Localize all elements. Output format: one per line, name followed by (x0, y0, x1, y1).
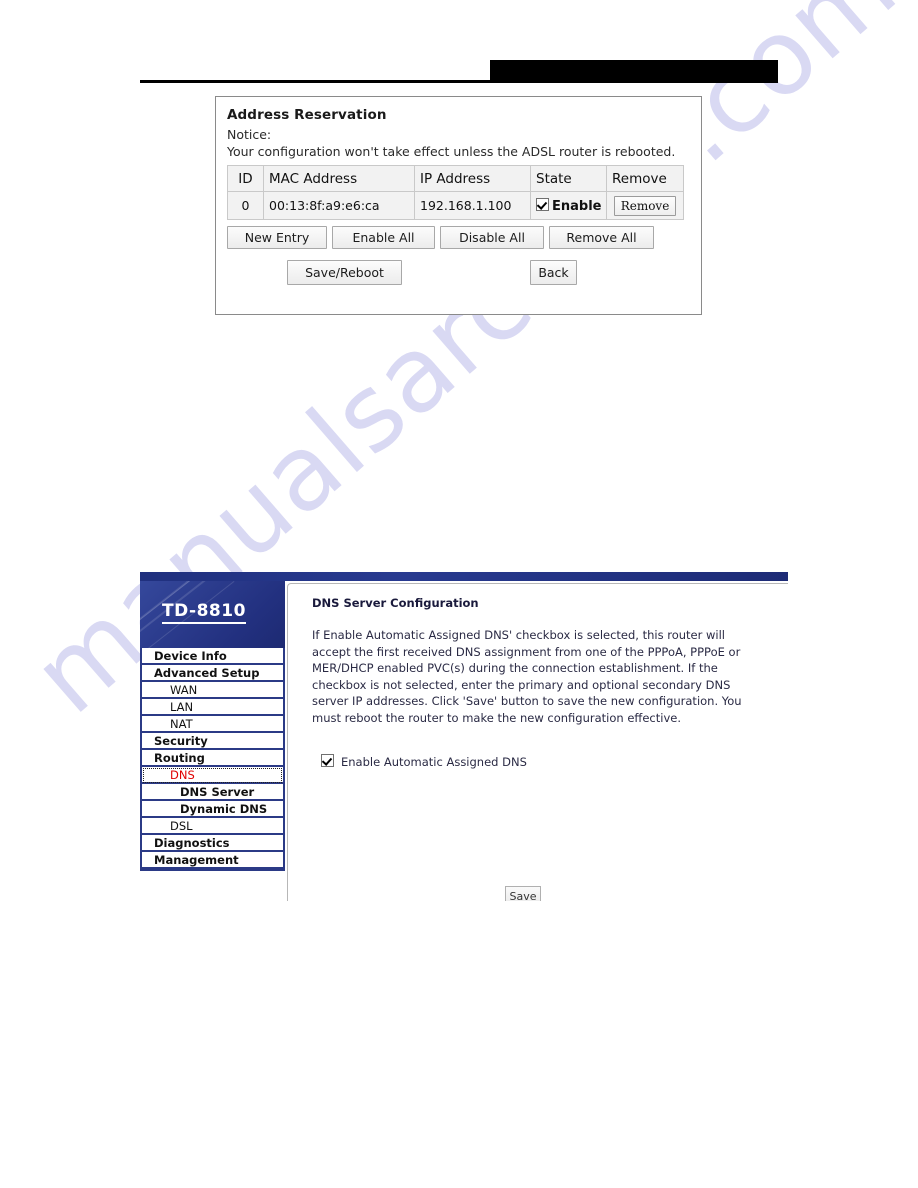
remove-all-button[interactable]: Remove All (549, 226, 654, 249)
router-header-banner (140, 572, 788, 581)
table-header-row: ID MAC Address IP Address State Remove (227, 165, 684, 192)
notice-label: Notice: (227, 127, 272, 142)
sidebar-item-dynamic-dns[interactable]: Dynamic DNS (142, 801, 283, 818)
content-pane: DNS Server Configuration If Enable Autom… (312, 586, 788, 901)
column-header-mac: MAC Address (263, 165, 415, 192)
address-reservation-table: ID MAC Address IP Address State Remove 0… (227, 165, 684, 220)
sidebar-menu: Device Info Advanced Setup WAN LAN NAT Securi… (140, 648, 285, 871)
notice-text: Your configuration won't take effect unl… (227, 144, 676, 159)
disable-all-button[interactable]: Disable All (440, 226, 544, 249)
cell-state: Enable (530, 191, 607, 220)
cell-mac: 00:13:8f:a9:e6:ca (263, 191, 415, 220)
new-entry-button[interactable]: New Entry (227, 226, 327, 249)
enable-checkbox[interactable] (536, 197, 549, 211)
sidebar-item-routing[interactable]: Routing (142, 750, 283, 767)
content-title: DNS Server Configuration (312, 596, 479, 610)
sidebar-item-nat[interactable]: NAT (142, 716, 283, 733)
sidebar-item-lan[interactable]: LAN (142, 699, 283, 716)
column-header-state: State (530, 165, 607, 192)
enable-automatic-dns-label: Enable Automatic Assigned DNS (341, 755, 527, 769)
table-row: 0 00:13:8f:a9:e6:ca 192.168.1.100 Enable… (227, 191, 684, 220)
content-description: If Enable Automatic Assigned DNS' checkb… (312, 628, 742, 725)
cell-id: 0 (227, 191, 264, 220)
back-button[interactable]: Back (530, 260, 577, 285)
router-model-label: TD-8810 (162, 601, 246, 624)
enable-automatic-dns-checkbox[interactable] (321, 754, 334, 767)
router-web-ui-figure: TD-8810 Device Info Advanced Setup WAN LAN N… (140, 572, 788, 901)
secondary-button-row: Save/Reboot Back (227, 260, 701, 285)
enable-all-button[interactable]: Enable All (332, 226, 435, 249)
sidebar-item-dsl[interactable]: DSL (142, 818, 283, 835)
column-header-id: ID (227, 165, 264, 192)
redacted-header-bar (490, 60, 778, 83)
column-header-ip: IP Address (414, 165, 531, 192)
page-title: Address Reservation (227, 107, 387, 123)
enable-automatic-dns-row: Enable Automatic Assigned DNS (321, 754, 527, 769)
sidebar-item-management[interactable]: Management (142, 852, 283, 869)
router-brand-panel: TD-8810 (140, 581, 285, 648)
sidebar-item-security[interactable]: Security (142, 733, 283, 750)
column-header-remove: Remove (606, 165, 684, 192)
sidebar-item-dns-server[interactable]: DNS Server (142, 784, 283, 801)
sidebar-item-dns[interactable]: DNS (142, 767, 283, 784)
sidebar-item-diagnostics[interactable]: Diagnostics (142, 835, 283, 852)
primary-button-row: New Entry Enable All Disable All Remove … (227, 226, 701, 249)
sidebar-item-wan[interactable]: WAN (142, 682, 283, 699)
cell-ip: 192.168.1.100 (414, 191, 531, 220)
remove-button[interactable]: Remove (613, 195, 677, 216)
save-reboot-button[interactable]: Save/Reboot (287, 260, 402, 285)
save-button[interactable]: Save (505, 886, 541, 901)
address-reservation-figure: Address Reservation Notice: Your configu… (215, 96, 702, 315)
enable-checkbox-label: Enable (552, 198, 602, 214)
cell-remove: Remove (606, 191, 684, 220)
sidebar-item-advanced-setup[interactable]: Advanced Setup (142, 665, 283, 682)
sidebar-item-device-info[interactable]: Device Info (142, 648, 283, 665)
